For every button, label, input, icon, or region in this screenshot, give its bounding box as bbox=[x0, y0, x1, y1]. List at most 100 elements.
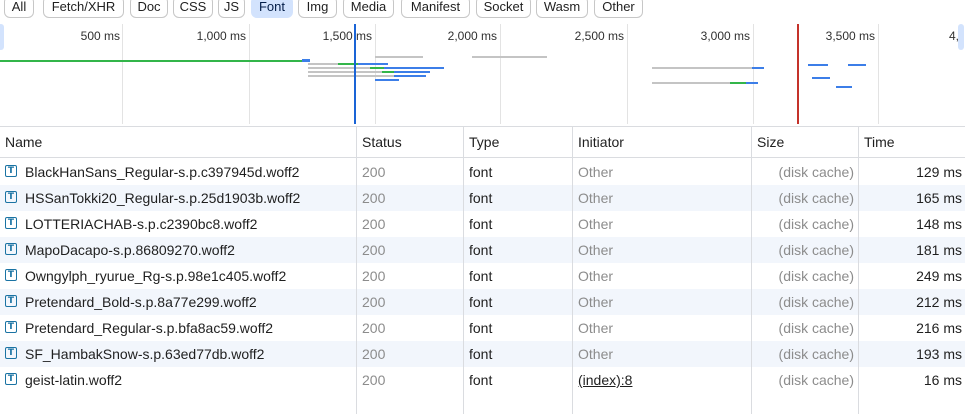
timeline-tick-label: 1,500 ms bbox=[322, 29, 372, 43]
overview-request-bar bbox=[382, 71, 394, 73]
timeline-tick-label: 1,000 ms bbox=[196, 29, 246, 43]
filter-fetch-xhr-button[interactable]: Fetch/XHR bbox=[43, 0, 124, 18]
filter-socket-button[interactable]: Socket bbox=[476, 0, 531, 18]
network-overview-timeline[interactable]: 500 ms 1,000 ms 1,500 ms 2,000 ms 2,500 … bbox=[0, 24, 965, 126]
table-row[interactable]: Tgeist-latin.woff2 200 font (index):8 (disk … bbox=[0, 367, 965, 393]
filter-font-button[interactable]: Font bbox=[251, 0, 293, 18]
column-divider[interactable] bbox=[751, 126, 752, 414]
overview-request-bar bbox=[808, 64, 828, 66]
table-row[interactable]: T LOTTERIACHAB-s.p.c2390bc8.woff2 200 font O… bbox=[0, 211, 965, 237]
network-request-table: Name Status Type Initiator Size Time T Bl… bbox=[0, 126, 965, 414]
request-time: 193 ms bbox=[916, 346, 962, 362]
request-time: 165 ms bbox=[916, 190, 962, 206]
filter-wasm-button[interactable]: Wasm bbox=[536, 0, 588, 18]
overview-request-bar bbox=[0, 60, 302, 62]
gridline bbox=[500, 24, 501, 124]
overview-left-handle[interactable] bbox=[0, 24, 4, 50]
table-row[interactable]: T Pretendard_Regular-s.p.bfa8ac59.woff2 20… bbox=[0, 315, 965, 341]
request-initiator[interactable]: (index):8 bbox=[578, 367, 748, 393]
table-row[interactable]: T HSSanTokki20_Regular-s.p.25d1903b.woff2… bbox=[0, 185, 965, 211]
request-time: 129 ms bbox=[916, 164, 962, 180]
request-status: 200 bbox=[362, 294, 386, 310]
gridline bbox=[627, 24, 628, 124]
column-header-size[interactable]: Size bbox=[752, 127, 858, 158]
request-name[interactable]: LOTTERIACHAB-s.p.c2390bc8.woff2 bbox=[25, 211, 353, 237]
column-header-time[interactable]: Time bbox=[859, 127, 965, 158]
request-initiator: Other bbox=[578, 346, 614, 362]
table-row[interactable]: T SF_HambakSnow-s.p.63ed77db.woff2 200 font… bbox=[0, 341, 965, 367]
overview-request-bar bbox=[358, 63, 388, 65]
overview-request-bar bbox=[652, 67, 752, 69]
request-initiator: Other bbox=[578, 268, 614, 284]
column-divider[interactable] bbox=[572, 126, 573, 414]
request-type: font bbox=[469, 294, 493, 310]
filter-doc-button[interactable]: Doc bbox=[130, 0, 168, 18]
table-row[interactable]: T Pretendard_Bold-s.p.8a77e299.woff2 200 fo… bbox=[0, 289, 965, 315]
overview-request-bar bbox=[472, 56, 547, 58]
column-divider[interactable] bbox=[356, 126, 357, 414]
timeline-tick-label: 3,000 ms bbox=[700, 29, 750, 43]
timeline-tick-label: 4, bbox=[948, 29, 959, 43]
overview-request-bar bbox=[375, 56, 423, 58]
gridline bbox=[122, 24, 123, 124]
column-divider[interactable] bbox=[463, 126, 464, 414]
request-name[interactable]: SF_HambakSnow-s.p.63ed77db.woff2 bbox=[25, 341, 353, 367]
request-status: 200 bbox=[362, 346, 386, 362]
request-name[interactable]: Owngylph_ryurue_Rg-s.p.98e1c405.woff2 bbox=[25, 263, 353, 289]
request-name[interactable]: Pretendard_Bold-s.p.8a77e299.woff2 bbox=[25, 289, 353, 315]
request-name[interactable]: MapoDacapo-s.p.86809270.woff2 bbox=[25, 237, 353, 263]
filter-css-button[interactable]: CSS bbox=[173, 0, 213, 18]
table-row[interactable]: T BlackHanSans_Regular-s.p.c397945d.woff2… bbox=[0, 159, 965, 185]
request-size: (disk cache) bbox=[778, 346, 854, 362]
filter-media-button[interactable]: Media bbox=[343, 0, 394, 18]
request-status: 200 bbox=[362, 320, 386, 336]
overview-request-bar bbox=[370, 67, 384, 69]
timeline-tick-label: 2,500 ms bbox=[574, 29, 624, 43]
request-type: font bbox=[469, 268, 493, 284]
table-row[interactable]: T Owngylph_ryurue_Rg-s.p.98e1c405.woff2 20… bbox=[0, 263, 965, 289]
request-size: (disk cache) bbox=[778, 372, 854, 388]
request-name[interactable]: BlackHanSans_Regular-s.p.c397945d.woff2 bbox=[25, 159, 353, 185]
overview-request-bar bbox=[752, 67, 764, 69]
gridline bbox=[878, 24, 879, 124]
request-size: (disk cache) bbox=[778, 164, 854, 180]
column-header-type[interactable]: Type bbox=[464, 127, 572, 158]
font-file-icon: T bbox=[5, 295, 17, 307]
overview-request-bar bbox=[302, 59, 310, 62]
column-header-status[interactable]: Status bbox=[357, 127, 463, 158]
load-event-marker bbox=[797, 24, 799, 124]
filter-all-button[interactable]: All bbox=[4, 0, 34, 18]
request-initiator: Other bbox=[578, 294, 614, 310]
request-size: (disk cache) bbox=[778, 268, 854, 284]
overview-request-bar bbox=[836, 86, 852, 88]
font-file-icon: T bbox=[5, 243, 17, 255]
request-size: (disk cache) bbox=[778, 216, 854, 232]
filter-other-button[interactable]: Other bbox=[594, 0, 643, 18]
request-initiator: Other bbox=[578, 190, 614, 206]
font-file-icon: T bbox=[5, 165, 17, 177]
request-time: 16 ms bbox=[923, 372, 962, 388]
timeline-tick-label: 2,000 ms bbox=[447, 29, 497, 43]
request-name[interactable]: Pretendard_Regular-s.p.bfa8ac59.woff2 bbox=[25, 315, 353, 341]
overview-request-bar bbox=[308, 71, 382, 73]
overview-request-bar bbox=[308, 63, 338, 65]
font-file-icon: T bbox=[5, 191, 17, 203]
overview-request-bar bbox=[375, 79, 399, 81]
overview-request-bar bbox=[308, 67, 370, 69]
overview-request-bar bbox=[394, 75, 426, 77]
request-type: font bbox=[469, 164, 493, 180]
filter-js-button[interactable]: JS bbox=[218, 0, 245, 18]
column-header-initiator[interactable]: Initiator bbox=[573, 127, 751, 158]
request-size: (disk cache) bbox=[778, 320, 854, 336]
filter-manifest-button[interactable]: Manifest bbox=[401, 0, 470, 18]
table-header: Name Status Type Initiator Size Time bbox=[0, 126, 965, 158]
table-row[interactable]: T MapoDacapo-s.p.86809270.woff2 200 font Oth… bbox=[0, 237, 965, 263]
filter-img-button[interactable]: Img bbox=[298, 0, 337, 18]
gridline bbox=[375, 24, 376, 124]
overview-request-bar bbox=[394, 71, 430, 73]
column-header-name[interactable]: Name bbox=[0, 127, 356, 158]
request-name[interactable]: HSSanTokki20_Regular-s.p.25d1903b.woff2 bbox=[25, 185, 353, 211]
font-file-icon: T bbox=[5, 347, 17, 359]
request-name[interactable]: geist-latin.woff2 bbox=[25, 367, 353, 393]
column-divider[interactable] bbox=[858, 126, 859, 414]
